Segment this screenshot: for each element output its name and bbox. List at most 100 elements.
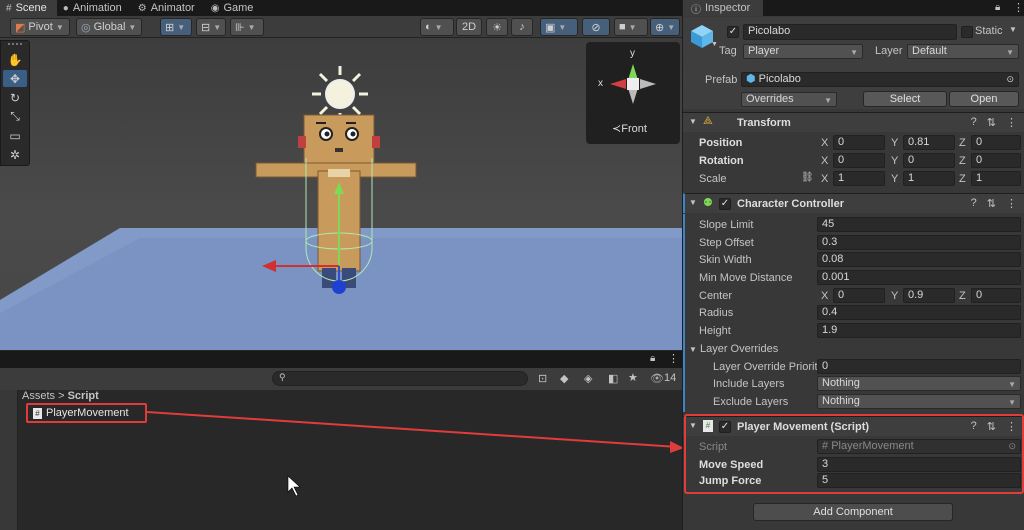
layer-overrides-label: Layer Overrides: [699, 343, 779, 355]
transform-title: Transform: [737, 117, 791, 129]
rotation-z-field[interactable]: 0: [971, 153, 1021, 168]
center-y-field[interactable]: 0.9: [903, 288, 955, 303]
more-icon[interactable]: ⋮: [1006, 116, 1017, 129]
position-y-label[interactable]: Y: [891, 137, 898, 149]
min-move-distance-field[interactable]: 0.001: [817, 270, 1021, 285]
select-button[interactable]: Select: [863, 91, 947, 107]
layer-overrides-foldout[interactable]: ▼ Layer Overrides: [689, 343, 778, 355]
scale-z-label[interactable]: Z: [959, 173, 966, 185]
rotation-z-label[interactable]: Z: [959, 155, 966, 167]
more-icon[interactable]: ⋮: [1013, 1, 1024, 14]
layer-label: Layer: [875, 45, 903, 57]
radius-label: Radius: [699, 307, 734, 319]
help-icon[interactable]: ?: [971, 197, 977, 210]
tab-inspector[interactable]: ⓘ Inspector: [683, 0, 763, 16]
tag-value: Player: [748, 45, 780, 57]
character-controller-icon: ⚉: [703, 197, 713, 209]
foldout-arrow-icon: ▼: [689, 117, 697, 126]
slope-limit-label: Slope Limit: [699, 219, 754, 231]
prefab-label: Prefab: [705, 74, 738, 86]
chevron-down-icon: ▼: [824, 96, 832, 105]
step-offset-field[interactable]: 0.3: [817, 235, 1021, 250]
step-offset-label: Step Offset: [699, 237, 754, 249]
center-label: Center: [699, 290, 733, 302]
chevron-down-icon: ▼: [1008, 380, 1016, 389]
prefab-value: Picolabo: [758, 73, 801, 85]
height-label: Height: [699, 325, 731, 337]
cc-enabled-checkbox[interactable]: ✓: [719, 198, 731, 210]
center-y-label[interactable]: Y: [891, 290, 898, 302]
rotation-y-label[interactable]: Y: [891, 155, 898, 167]
presets-icon[interactable]: ⇅: [987, 116, 996, 129]
exclude-layers-value: Nothing: [822, 395, 860, 407]
more-icon[interactable]: ⋮: [1006, 197, 1017, 210]
chevron-down-icon: ▼: [1006, 48, 1014, 57]
layer-value: Default: [912, 45, 947, 57]
center-x-field[interactable]: 0: [833, 288, 885, 303]
rotation-y-field[interactable]: 0: [903, 153, 955, 168]
position-x-label[interactable]: X: [821, 137, 828, 149]
layer-override-priority-label: Layer Override Priority: [713, 361, 824, 373]
position-z-label[interactable]: Z: [959, 137, 966, 149]
help-icon[interactable]: ?: [971, 116, 977, 129]
character-controller-header[interactable]: ▼ ⚉ ✓ Character Controller ? ⇅ ⋮: [683, 193, 1024, 213]
rotation-x-label[interactable]: X: [821, 155, 828, 167]
highlight-box: [684, 414, 1024, 494]
height-field[interactable]: 1.9: [817, 323, 1021, 338]
prefab-cube-icon: ⬢: [746, 73, 756, 85]
include-layers-value: Nothing: [822, 377, 860, 389]
center-z-label[interactable]: Z: [959, 290, 966, 302]
scale-x-field[interactable]: 1: [833, 171, 885, 186]
overrides-dropdown[interactable]: Overrides ▼: [741, 92, 837, 107]
target-icon: ⊙: [1006, 74, 1014, 84]
layer-override-priority-field[interactable]: 0: [817, 359, 1021, 374]
center-z-field[interactable]: 0: [971, 288, 1021, 303]
scale-x-label[interactable]: X: [821, 173, 828, 185]
exclude-layers-dropdown[interactable]: Nothing ▼: [817, 394, 1021, 409]
scale-y-field[interactable]: 1: [903, 171, 955, 186]
rotation-label: Rotation: [699, 155, 744, 167]
cc-title: Character Controller: [737, 198, 844, 210]
position-z-field[interactable]: 0: [971, 135, 1021, 150]
skin-width-field[interactable]: 0.08: [817, 252, 1021, 267]
prefab-field[interactable]: ⬢ Picolabo ⊙: [741, 72, 1019, 87]
presets-icon[interactable]: ⇅: [987, 197, 996, 210]
scale-label: Scale: [699, 173, 727, 185]
foldout-arrow-icon: ▼: [689, 198, 697, 207]
object-name-field[interactable]: Picolabo: [743, 24, 957, 40]
radius-field[interactable]: 0.4: [817, 305, 1021, 320]
open-button[interactable]: Open: [949, 91, 1019, 107]
layer-dropdown[interactable]: Default ▼: [907, 44, 1019, 59]
include-layers-dropdown[interactable]: Nothing ▼: [817, 376, 1021, 391]
tag-dropdown[interactable]: Player ▼: [743, 44, 863, 59]
info-icon: ⓘ: [691, 4, 701, 16]
static-checkbox[interactable]: [961, 26, 973, 38]
chevron-down-icon[interactable]: ▼: [1009, 25, 1017, 34]
tag-label: Tag: [719, 45, 737, 57]
scale-z-field[interactable]: 1: [971, 171, 1021, 186]
center-x-label[interactable]: X: [821, 290, 828, 302]
selection-bar: [683, 214, 685, 412]
lock-icon[interactable]: 🔒︎: [995, 2, 1000, 13]
slope-limit-field[interactable]: 45: [817, 217, 1021, 232]
rotation-x-field[interactable]: 0: [833, 153, 885, 168]
active-checkbox[interactable]: ✓: [727, 26, 739, 38]
add-component-button[interactable]: Add Component: [753, 503, 953, 521]
overrides-label: Overrides: [746, 93, 794, 105]
constrain-link-icon[interactable]: ⛓︎: [801, 172, 814, 183]
inspector-panel: ⓘ Inspector 🔒︎ ⋮ ▼ ✓ Picolabo Static ▼ Ta…: [682, 0, 1024, 530]
transform-header[interactable]: ▼ ⟁ Transform ? ⇅ ⋮: [683, 112, 1024, 132]
chevron-down-icon: ▼: [1008, 398, 1016, 407]
chevron-down-icon[interactable]: ▼: [711, 41, 718, 48]
scale-y-label[interactable]: Y: [891, 173, 898, 185]
transform-icon: ⟁: [703, 115, 713, 127]
inspector-tabbar: ⓘ Inspector 🔒︎ ⋮: [683, 0, 1024, 16]
position-x-field[interactable]: 0: [833, 135, 885, 150]
skin-width-label: Skin Width: [699, 254, 752, 266]
min-move-distance-label: Min Move Distance: [699, 272, 793, 284]
position-y-field[interactable]: 0.81: [903, 135, 955, 150]
foldout-arrow-icon: ▼: [689, 345, 697, 354]
static-label: Static: [975, 25, 1003, 37]
tab-inspector-label: Inspector: [705, 2, 751, 14]
exclude-layers-label: Exclude Layers: [713, 396, 789, 408]
